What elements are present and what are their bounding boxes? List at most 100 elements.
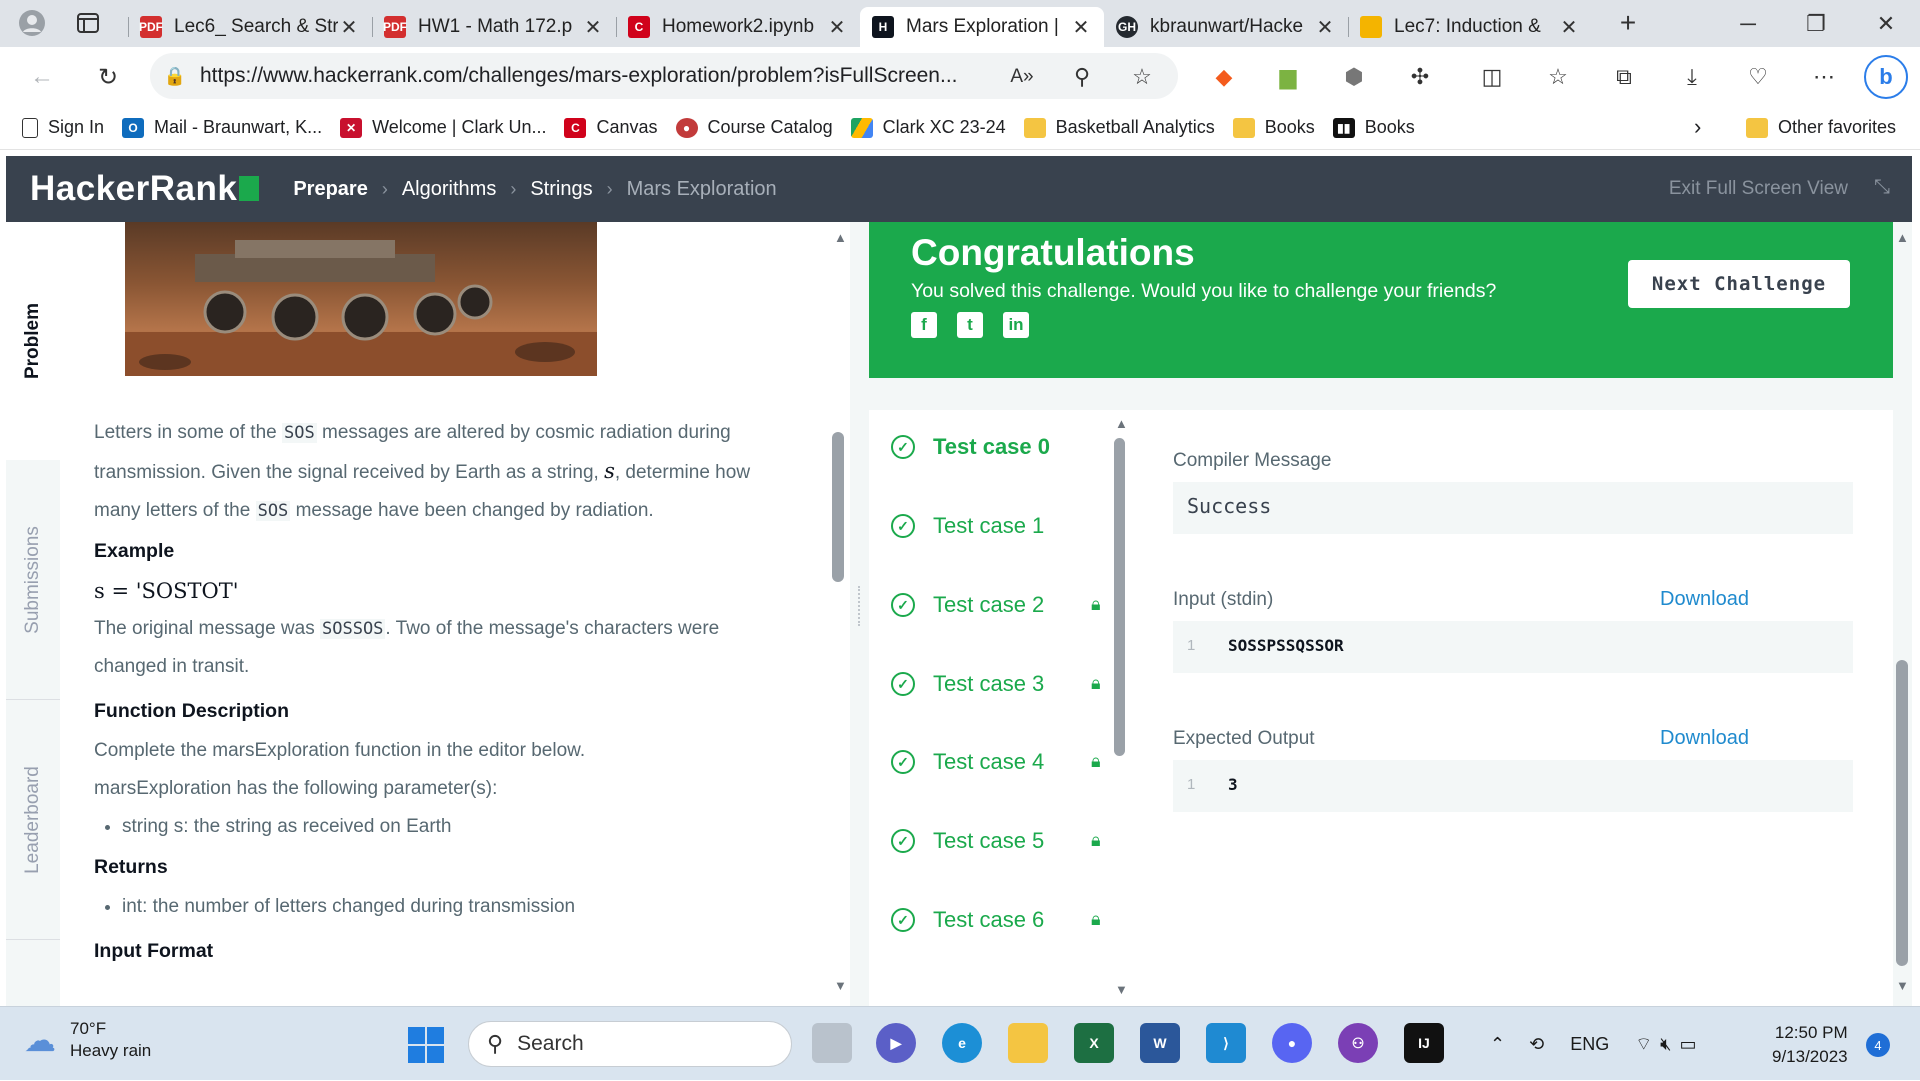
test-case-item[interactable]: ✓ Test case 5 🔒︎ (891, 828, 1101, 854)
next-challenge-button[interactable]: Next Challenge (1628, 260, 1850, 308)
favorite-clark[interactable]: ✕ Welcome | Clark Un... (340, 117, 546, 138)
shield-extension-icon[interactable]: ⬢ (1338, 61, 1370, 93)
intellij-icon[interactable]: IJ (1404, 1023, 1444, 1063)
test-case-item[interactable]: ✓ Test case 6 🔒︎ (891, 907, 1101, 933)
minimize-icon[interactable]: ─ (1714, 0, 1782, 47)
zoom-icon[interactable]: ⚲ (1066, 61, 1098, 93)
favorite-books[interactable]: ▮▮ Books (1332, 117, 1415, 138)
refresh-icon[interactable]: ↻ (80, 53, 136, 101)
favorite-course-catalog[interactable]: ● Course Catalog (675, 117, 833, 138)
expected-download-link[interactable]: Download (1660, 727, 1749, 750)
sync-icon[interactable]: ⟲ (1529, 1034, 1544, 1055)
linkedin-icon[interactable]: in (1003, 312, 1029, 338)
test-case-scrollbar[interactable] (1114, 438, 1125, 756)
start-button-icon[interactable] (408, 1027, 444, 1063)
tab-submissions[interactable]: Submissions (6, 460, 60, 700)
scroll-up-arrow[interactable]: ▲ (834, 230, 847, 245)
edge-icon[interactable]: e (942, 1023, 982, 1063)
breadcrumb-prepare[interactable]: Prepare (293, 178, 368, 201)
more-icon[interactable]: ⋯ (1808, 61, 1840, 93)
tab-actions-icon[interactable] (68, 3, 108, 43)
volume-muted-icon[interactable]: 🔇︎ (1660, 1034, 1671, 1055)
collections-icon[interactable]: ⧉ (1608, 61, 1640, 93)
back-icon[interactable]: ← (14, 53, 70, 101)
weather-widget[interactable]: ☁ 70°F Heavy rain (24, 1019, 151, 1061)
breadcrumb-strings[interactable]: Strings (530, 178, 592, 201)
scroll-down-arrow[interactable]: ▼ (1115, 982, 1128, 997)
clock[interactable]: 12:50 PM 9/13/2023 (1772, 1021, 1848, 1069)
close-tab-icon[interactable]: ✕ (1314, 15, 1336, 40)
pane-resize-handle[interactable] (858, 586, 862, 626)
test-case-item[interactable]: ✓ Test case 4 🔒︎ (891, 749, 1101, 775)
file-explorer-icon[interactable] (1008, 1023, 1048, 1063)
taskbar-search[interactable]: ⚲ Search (468, 1021, 792, 1067)
close-tab-icon[interactable]: ✕ (1070, 15, 1092, 40)
wifi-icon[interactable]: ⌔ (1635, 1033, 1652, 1056)
favorite-star-icon[interactable]: ☆ (1126, 61, 1158, 93)
favorite-sign-in[interactable]: Sign In (22, 117, 104, 138)
task-view-icon[interactable] (812, 1023, 852, 1063)
browser-tab[interactable]: PDF Lec6_ Search & Str ✕ (128, 7, 372, 47)
close-window-icon[interactable]: ✕ (1852, 0, 1920, 47)
new-tab-icon[interactable]: + (1608, 3, 1648, 43)
exit-fullscreen-icon[interactable]: ⤡ (1874, 176, 1890, 199)
downloads-icon[interactable]: ⤓ (1676, 61, 1708, 93)
input-label: Input (stdin) (1173, 589, 1274, 610)
twitter-icon[interactable]: t (957, 312, 983, 338)
brave-extension-icon[interactable]: ◆ (1208, 61, 1240, 93)
performance-icon[interactable]: ♡ (1742, 61, 1774, 93)
scroll-down-arrow[interactable]: ▼ (834, 978, 847, 993)
tab-problem[interactable]: Problem (6, 222, 60, 460)
close-tab-icon[interactable]: ✕ (582, 15, 604, 40)
favorites-icon[interactable]: ☆ (1542, 61, 1574, 93)
browser-tab-active[interactable]: H Mars Exploration | ✕ (860, 7, 1104, 47)
url-text[interactable]: https://www.hackerrank.com/challenges/ma… (200, 64, 958, 88)
favorite-books-folder[interactable]: Books (1232, 117, 1315, 138)
vscode-icon[interactable]: ⟩ (1206, 1023, 1246, 1063)
favorite-basketball[interactable]: Basketball Analytics (1023, 117, 1215, 138)
browser-tab[interactable]: GH kbraunwart/Hacke ✕ (1104, 7, 1348, 47)
page-scrollbar[interactable] (1896, 660, 1908, 966)
favorite-canvas[interactable]: C Canvas (564, 117, 658, 138)
read-aloud-icon[interactable]: A» (1006, 61, 1038, 93)
problem-scrollbar[interactable] (832, 432, 844, 582)
test-case-item[interactable]: ✓ Test case 1 (891, 513, 1044, 539)
chevron-up-icon[interactable]: ⌃ (1490, 1034, 1505, 1055)
scroll-up-arrow[interactable]: ▲ (1115, 416, 1128, 431)
browser-tab[interactable]: Lec7: Induction & ✕ (1348, 7, 1592, 47)
favorite-clark-xc[interactable]: Clark XC 23-24 (850, 117, 1006, 138)
test-case-item[interactable]: ✓ Test case 2 🔒︎ (891, 592, 1101, 618)
exit-fullscreen-link[interactable]: Exit Full Screen View (1669, 178, 1848, 200)
extension-icon[interactable]: ▆ (1272, 61, 1304, 93)
tab-leaderboard[interactable]: Leaderboard (6, 700, 60, 940)
hackerrank-logo[interactable]: HackerRank (30, 169, 260, 209)
language-indicator[interactable]: ENG (1570, 1034, 1609, 1055)
breadcrumb-algorithms[interactable]: Algorithms (402, 178, 496, 201)
browser-tab[interactable]: PDF HW1 - Math 172.p ✕ (372, 7, 616, 47)
favorites-overflow-icon[interactable]: › (1694, 114, 1701, 140)
favorite-mail[interactable]: O Mail - Braunwart, K... (122, 117, 322, 138)
close-tab-icon[interactable]: ✕ (1558, 15, 1580, 40)
facebook-icon[interactable]: f (911, 312, 937, 338)
input-download-link[interactable]: Download (1660, 588, 1749, 611)
close-tab-icon[interactable]: ✕ (338, 15, 360, 40)
scroll-up-arrow[interactable]: ▲ (1896, 230, 1909, 245)
browser-tab[interactable]: C Homework2.ipynb ✕ (616, 7, 860, 47)
bing-copilot-icon[interactable]: b (1864, 55, 1908, 99)
excel-icon[interactable]: X (1074, 1023, 1114, 1063)
restore-icon[interactable]: ❐ (1782, 0, 1850, 47)
github-desktop-icon[interactable]: ⚇ (1338, 1023, 1378, 1063)
battery-icon[interactable]: ▭ (1679, 1034, 1696, 1055)
scroll-down-arrow[interactable]: ▼ (1896, 978, 1909, 993)
profile-icon[interactable] (12, 3, 52, 43)
test-case-item[interactable]: ✓ Test case 0 (891, 434, 1050, 460)
notification-badge[interactable]: 4 (1866, 1033, 1890, 1057)
teams-icon[interactable]: ▶ (876, 1023, 916, 1063)
test-case-item[interactable]: ✓ Test case 3 🔒︎ (891, 671, 1101, 697)
word-icon[interactable]: W (1140, 1023, 1180, 1063)
split-screen-icon[interactable]: ◫ (1476, 61, 1508, 93)
extensions-puzzle-icon[interactable]: ✣ (1404, 61, 1436, 93)
discord-icon[interactable]: ● (1272, 1023, 1312, 1063)
close-tab-icon[interactable]: ✕ (826, 15, 848, 40)
other-favorites[interactable]: Other favorites (1746, 117, 1896, 138)
